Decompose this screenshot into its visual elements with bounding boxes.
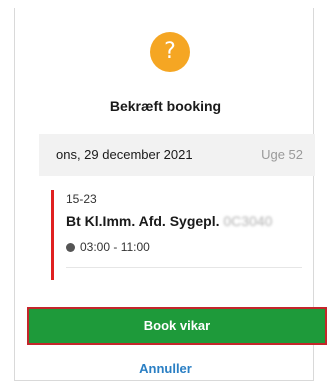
shift-code: 15-23 — [66, 192, 97, 206]
date-label: ons, 29 december 2021 — [56, 147, 193, 162]
cancel-button[interactable]: Annuller — [0, 361, 331, 376]
divider — [66, 267, 302, 268]
shift-item[interactable]: 15-23 Bt Kl.Imm. Afd. Sygepl. 0C3040 03:… — [39, 176, 315, 282]
help-icon: ? — [150, 32, 190, 72]
week-label: Uge 52 — [261, 147, 303, 162]
clock-icon — [66, 243, 75, 252]
book-substitute-button[interactable]: Book vikar — [27, 307, 327, 345]
shift-department-name: Bt Kl.Imm. Afd. Sygepl. — [66, 213, 220, 229]
shift-department-redacted: 0C3040 — [223, 213, 273, 229]
booking-card: ons, 29 december 2021 Uge 52 15-23 Bt Kl… — [39, 134, 315, 282]
date-header: ons, 29 december 2021 Uge 52 — [39, 134, 315, 176]
shift-time: 03:00 - 11:00 — [66, 240, 150, 254]
dialog-title: Bekræft booking — [109, 98, 222, 114]
shift-department: Bt Kl.Imm. Afd. Sygepl. 0C3040 — [66, 213, 272, 229]
shift-status-bar — [51, 190, 54, 280]
shift-time-label: 03:00 - 11:00 — [80, 240, 150, 254]
